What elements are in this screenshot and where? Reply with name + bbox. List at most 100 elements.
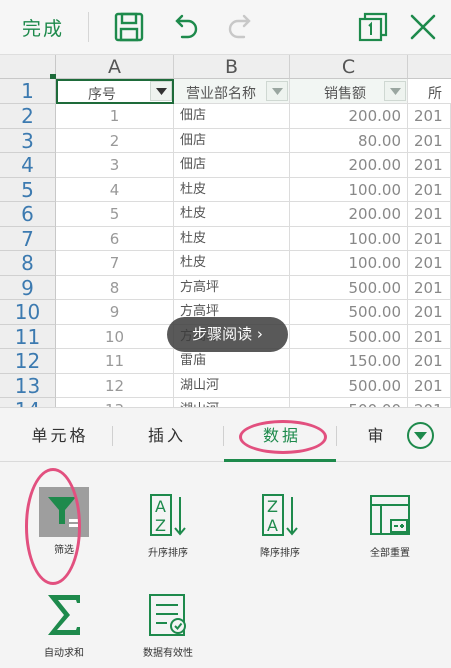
cell-seq[interactable]: 5 — [56, 202, 174, 227]
filter-dropdown-dept[interactable] — [266, 81, 288, 101]
row-header[interactable]: 12 — [0, 349, 56, 374]
row-header[interactable]: 4 — [0, 153, 56, 178]
row-header[interactable]: 2 — [0, 104, 56, 129]
cell-sales[interactable]: 200.00 — [290, 153, 408, 178]
sort-ascending-button[interactable]: A Z 升序排序 — [118, 490, 218, 559]
autosum-button[interactable]: 自动求和 — [14, 590, 114, 659]
column-header-a[interactable]: A — [56, 55, 174, 79]
cell-sales[interactable]: 150.00 — [290, 349, 408, 374]
close-icon[interactable] — [404, 8, 442, 46]
cell-extra[interactable]: 201 — [408, 300, 451, 325]
header-cell-extra[interactable]: 所 — [408, 79, 451, 104]
cell-sales[interactable]: 200.00 — [290, 104, 408, 129]
sort-descending-label: 降序排序 — [260, 548, 300, 559]
header-cell-dept[interactable]: 营业部名称 — [174, 79, 290, 104]
cell-extra[interactable]: 201 — [408, 226, 451, 251]
row-header[interactable]: 13 — [0, 373, 56, 398]
save-icon[interactable] — [110, 8, 148, 46]
cell-sales[interactable]: 100.00 — [290, 226, 408, 251]
tab-review[interactable]: 审 — [362, 408, 392, 463]
undo-icon[interactable] — [166, 8, 204, 46]
cell-seq[interactable]: 11 — [56, 349, 174, 374]
row-header[interactable]: 10 — [0, 300, 56, 325]
row-header[interactable]: 7 — [0, 226, 56, 251]
cell-sales[interactable]: 500.00 — [290, 324, 408, 349]
autosum-label: 自动求和 — [44, 648, 84, 659]
cell-seq[interactable]: 3 — [56, 153, 174, 178]
cell-seq[interactable]: 6 — [56, 226, 174, 251]
cell-seq[interactable]: 10 — [56, 324, 174, 349]
tab-cell[interactable]: 单元格 — [20, 408, 100, 463]
step-read-overlay[interactable]: 步骤阅读 › — [167, 317, 288, 352]
cell-dept[interactable]: 杜皮 — [174, 177, 290, 202]
cell-dept[interactable]: 雷庙 — [174, 349, 290, 374]
cell-dept[interactable]: 方高坪 — [174, 275, 290, 300]
done-button[interactable]: 完成 — [22, 14, 64, 41]
column-header-b[interactable]: B — [174, 55, 290, 79]
sheet-pages-icon[interactable] — [354, 8, 392, 46]
cell-extra[interactable]: 201 — [408, 324, 451, 349]
cell-dept[interactable]: 杜皮 — [174, 226, 290, 251]
cell-extra[interactable]: 201 — [408, 177, 451, 202]
cell-extra[interactable]: 201 — [408, 251, 451, 276]
cell-extra[interactable]: 201 — [408, 153, 451, 178]
row-header[interactable]: 8 — [0, 251, 56, 276]
select-all-corner[interactable] — [0, 55, 56, 79]
cell-extra[interactable]: 201 — [408, 128, 451, 153]
row-header[interactable]: 1 — [0, 79, 56, 104]
cell-sales[interactable]: 500.00 — [290, 373, 408, 398]
spreadsheet-grid[interactable]: A B C 1 序号 营业部名称 销售额 所 2 1 佃店 200.00 201 3 2 佃店… — [0, 55, 451, 407]
cell-seq[interactable]: 13 — [56, 398, 174, 407]
sort-descending-button[interactable]: Z A 降序排序 — [230, 490, 330, 559]
cell-extra[interactable]: 201 — [408, 349, 451, 374]
filter-dropdown-seq[interactable] — [150, 81, 172, 101]
tab-insert[interactable]: 插入 — [132, 408, 202, 463]
cell-sales[interactable]: 80.00 — [290, 128, 408, 153]
header-sales-label: 销售额 — [324, 86, 366, 102]
row-header[interactable]: 3 — [0, 128, 56, 153]
show-all-button[interactable]: 全部重置 — [340, 490, 440, 559]
cell-sales[interactable]: 100.00 — [290, 251, 408, 276]
header-cell-sales[interactable]: 销售额 — [290, 79, 408, 104]
cell-sales[interactable]: 100.00 — [290, 177, 408, 202]
data-validation-button[interactable]: 数据有效性 — [118, 590, 218, 659]
cell-dept[interactable]: 佃店 — [174, 104, 290, 129]
cell-dept[interactable]: 湖山河 — [174, 398, 290, 407]
cell-seq[interactable]: 8 — [56, 275, 174, 300]
header-seq-label: 序号 — [88, 87, 116, 103]
cell-extra[interactable]: 201 — [408, 202, 451, 227]
column-header-c[interactable]: C — [290, 55, 408, 79]
row-header[interactable]: 14 — [0, 398, 56, 407]
cell-dept[interactable]: 杜皮 — [174, 251, 290, 276]
cell-dept[interactable]: 杜皮 — [174, 202, 290, 227]
data-validation-icon — [143, 590, 193, 640]
column-header-d[interactable] — [408, 55, 451, 79]
cell-sales[interactable]: 500.00 — [290, 398, 408, 407]
row-header[interactable]: 5 — [0, 177, 56, 202]
filter-dropdown-sales[interactable] — [384, 81, 406, 101]
cell-seq[interactable]: 12 — [56, 373, 174, 398]
cell-seq[interactable]: 2 — [56, 128, 174, 153]
sigma-icon — [39, 590, 89, 640]
cell-extra[interactable]: 201 — [408, 104, 451, 129]
cell-extra[interactable]: 201 — [408, 275, 451, 300]
redo-icon — [222, 8, 260, 46]
cell-seq[interactable]: 4 — [56, 177, 174, 202]
cell-seq[interactable]: 7 — [56, 251, 174, 276]
cell-sales[interactable]: 200.00 — [290, 202, 408, 227]
header-cell-seq[interactable]: 序号 — [56, 79, 174, 104]
row-header[interactable]: 11 — [0, 324, 56, 349]
cell-extra[interactable]: 201 — [408, 398, 451, 407]
cell-seq[interactable]: 1 — [56, 104, 174, 129]
cell-seq[interactable]: 9 — [56, 300, 174, 325]
cell-dept[interactable]: 佃店 — [174, 153, 290, 178]
cell-sales[interactable]: 500.00 — [290, 275, 408, 300]
cell-dept[interactable]: 佃店 — [174, 128, 290, 153]
cell-dept[interactable]: 湖山河 — [174, 373, 290, 398]
cell-extra[interactable]: 201 — [408, 373, 451, 398]
more-tabs-button[interactable] — [407, 422, 434, 449]
cell-sales[interactable]: 500.00 — [290, 300, 408, 325]
top-toolbar: 完成 — [0, 0, 451, 55]
row-header[interactable]: 9 — [0, 275, 56, 300]
row-header[interactable]: 6 — [0, 202, 56, 227]
